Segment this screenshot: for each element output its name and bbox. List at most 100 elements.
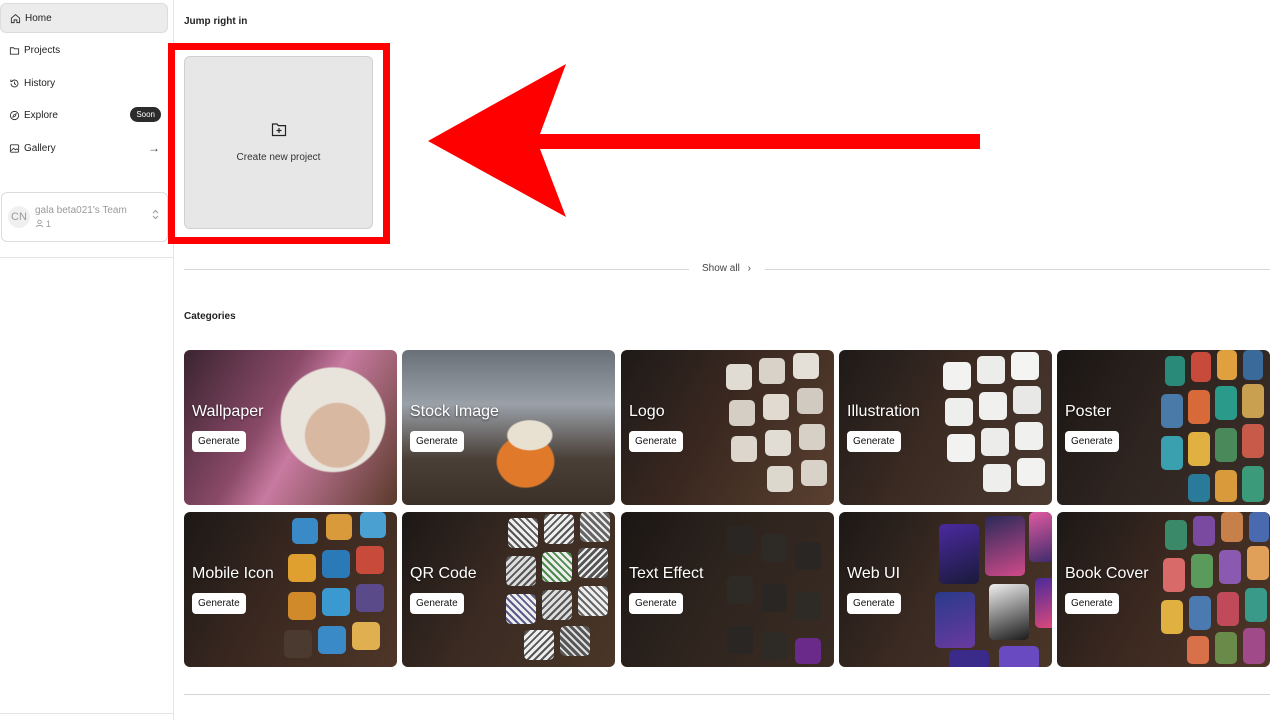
category-card-wallpaper[interactable]: Wallpaper Generate [184, 350, 397, 505]
category-title: Illustration [847, 403, 920, 420]
generate-button[interactable]: Generate [192, 431, 246, 452]
card-tile [726, 364, 752, 390]
card-tile [1215, 428, 1237, 462]
team-name: gala beta021's Team [35, 204, 127, 216]
soon-badge: Soon [130, 107, 161, 122]
card-tile [727, 576, 753, 604]
card-tile [761, 632, 787, 660]
sidebar-item-label: History [24, 77, 56, 89]
card-tile [981, 428, 1009, 456]
generate-button[interactable]: Generate [847, 431, 901, 452]
category-title: Text Effect [629, 565, 704, 582]
card-tile [1217, 592, 1239, 626]
card-tile [731, 436, 757, 462]
card-tile [580, 512, 610, 542]
card-tile [1242, 424, 1264, 458]
bottom-divider [184, 694, 1270, 695]
category-card-logo[interactable]: Logo Generate [621, 350, 834, 505]
card-tile [292, 518, 318, 544]
card-tile [761, 584, 787, 612]
category-card-mobile-icon[interactable]: Mobile Icon Generate [184, 512, 397, 667]
card-tile [284, 630, 312, 658]
category-card-web-ui[interactable]: Web UI Generate [839, 512, 1052, 667]
card-tile [506, 594, 536, 624]
card-tile [360, 512, 386, 538]
generate-button[interactable]: Generate [847, 593, 901, 614]
card-tile [1161, 436, 1183, 470]
card-tile [1217, 350, 1237, 380]
card-tile [1161, 600, 1183, 634]
card-tile [326, 514, 352, 540]
card-tile [761, 534, 787, 562]
card-tile [977, 356, 1005, 384]
avatar: CN [8, 206, 30, 228]
history-icon [8, 77, 20, 89]
category-card-qr-code[interactable]: QR Code Generate [402, 512, 615, 667]
card-tile [1191, 352, 1211, 382]
jump-section-title: Jump right in [184, 16, 248, 27]
card-tile [989, 584, 1029, 640]
card-tile [1188, 474, 1210, 502]
category-card-illustration[interactable]: Illustration Generate [839, 350, 1052, 505]
show-all-link[interactable]: Show all › [702, 263, 751, 274]
card-tile [1013, 386, 1041, 414]
sidebar-item-history[interactable]: History [0, 68, 168, 98]
category-title: Stock Image [410, 403, 499, 420]
card-tile [799, 424, 825, 450]
card-tile [542, 552, 572, 582]
arrow-right-icon: → [148, 141, 160, 155]
sidebar-item-explore[interactable]: Explore Soon [0, 100, 168, 130]
category-title: Poster [1065, 403, 1112, 420]
card-tile [727, 526, 753, 554]
card-tile [288, 592, 316, 620]
card-image [402, 350, 615, 505]
card-tile [318, 626, 346, 654]
card-tile [1188, 390, 1210, 424]
card-tile [949, 650, 989, 667]
card-tile [729, 400, 755, 426]
show-all-row: Show all › [184, 260, 1270, 278]
card-tile [524, 630, 554, 660]
generate-button[interactable]: Generate [410, 593, 464, 614]
card-tile [1221, 512, 1243, 542]
generate-button[interactable]: Generate [410, 431, 464, 452]
sidebar-item-gallery[interactable]: Gallery → [0, 133, 168, 163]
card-tile [983, 464, 1011, 492]
category-title: Web UI [847, 565, 901, 582]
card-tile [765, 430, 791, 456]
card-tile [560, 626, 590, 656]
generate-button[interactable]: Generate [629, 431, 683, 452]
card-tile [1163, 558, 1185, 592]
team-member-count: 1 [46, 219, 52, 229]
card-tile [1219, 550, 1241, 584]
divider-left [184, 269, 689, 270]
card-tile [322, 550, 350, 578]
sidebar-item-projects[interactable]: Projects [0, 35, 168, 65]
user-icon [35, 219, 44, 230]
category-card-stock-image[interactable]: Stock Image Generate [402, 350, 615, 505]
card-tile [945, 398, 973, 426]
sidebar-item-label: Gallery [24, 142, 56, 154]
red-arrow-annotation [428, 64, 980, 217]
category-title: Logo [629, 403, 665, 420]
team-switcher[interactable]: CN gala beta021's Team 1 [1, 192, 168, 242]
card-tile [763, 394, 789, 420]
category-card-book-cover[interactable]: Book Cover Generate [1057, 512, 1270, 667]
card-tile [578, 548, 608, 578]
card-tile [1249, 512, 1269, 542]
card-tile [1191, 554, 1213, 588]
category-title: QR Code [410, 565, 477, 582]
generate-button[interactable]: Generate [1065, 431, 1119, 452]
generate-button[interactable]: Generate [629, 593, 683, 614]
card-tile [795, 592, 821, 620]
category-card-text-effect[interactable]: Text Effect Generate [621, 512, 834, 667]
card-tile [288, 554, 316, 582]
card-tile [1189, 596, 1211, 630]
compass-icon [8, 109, 20, 121]
card-tile [935, 592, 975, 648]
generate-button[interactable]: Generate [1065, 593, 1119, 614]
sidebar-item-home[interactable]: Home [0, 3, 168, 33]
card-tile [795, 542, 821, 570]
generate-button[interactable]: Generate [192, 593, 246, 614]
category-card-poster[interactable]: Poster Generate [1057, 350, 1270, 505]
